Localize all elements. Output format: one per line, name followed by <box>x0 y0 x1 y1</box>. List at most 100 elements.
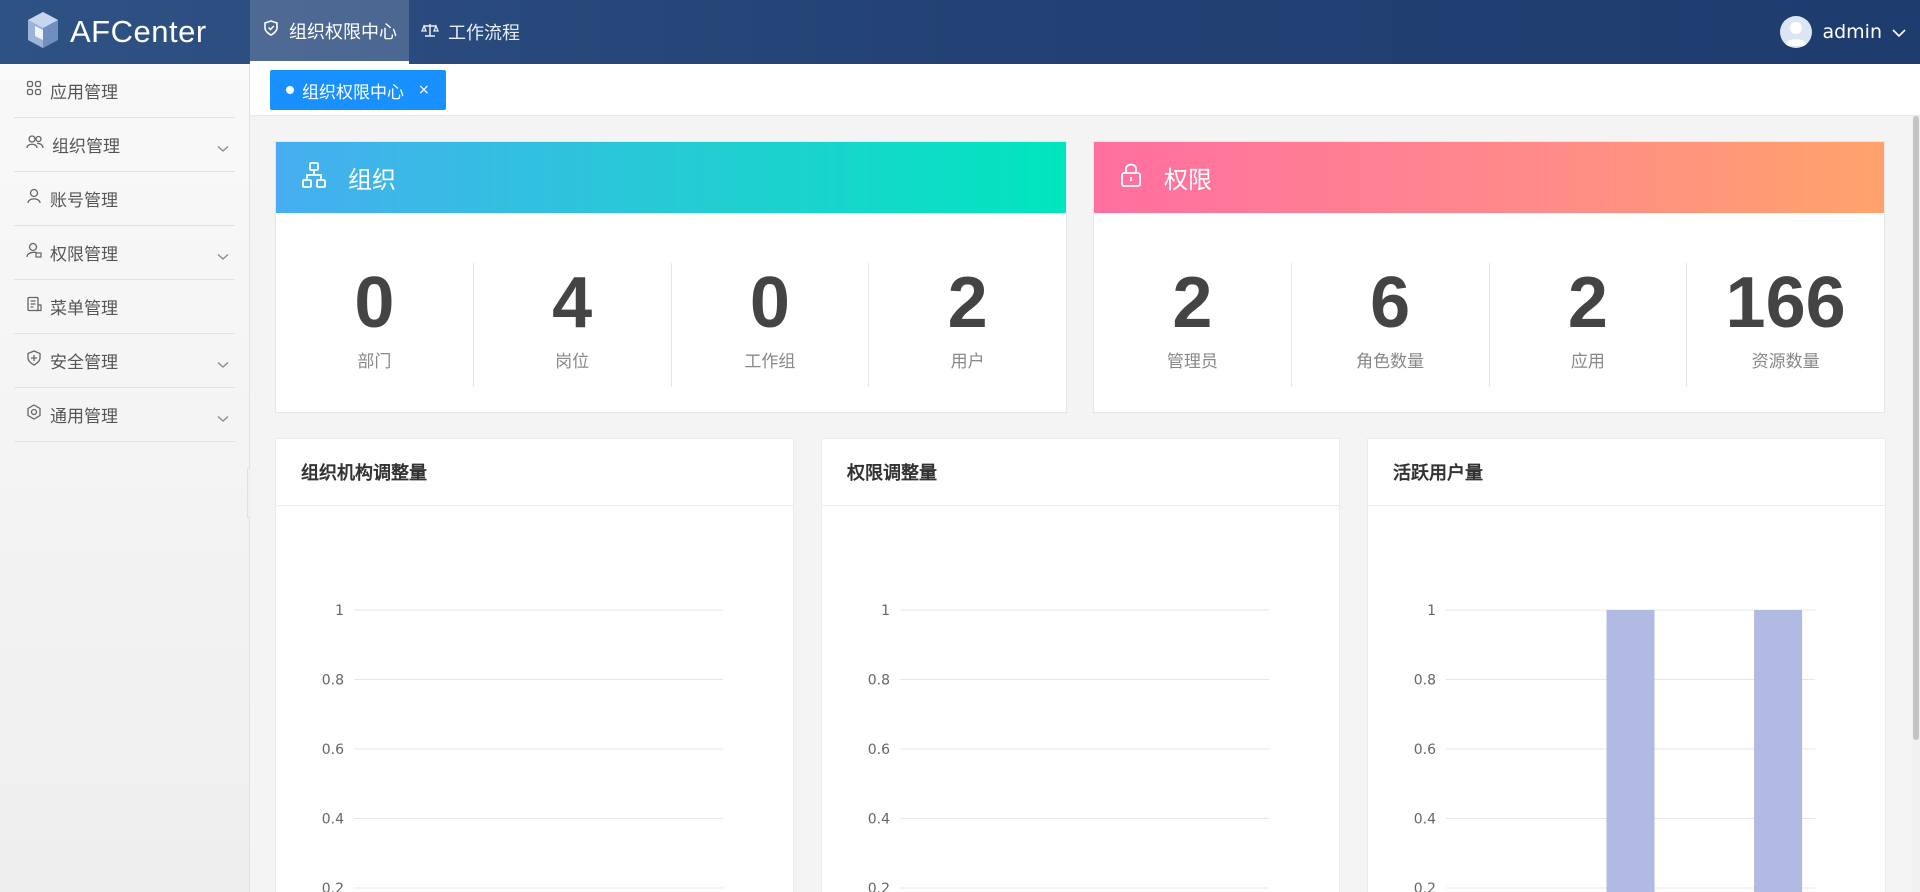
avatar[interactable] <box>1780 16 1813 48</box>
stat-apps[interactable]: 2 应用 <box>1488 263 1687 387</box>
y-tick-label: 0.6 <box>322 742 344 758</box>
chevron-down-icon <box>1892 21 1906 43</box>
stat-label: 岗位 <box>555 352 590 372</box>
scrollbar-thumb[interactable] <box>1913 116 1919 740</box>
grid-icon <box>26 80 42 101</box>
org-tree-icon <box>302 161 326 194</box>
y-tick-label: 0.8 <box>868 673 890 689</box>
stat-value: 0 <box>749 263 790 343</box>
y-tick-label: 0.2 <box>868 881 890 892</box>
logo-text: AFCenter <box>70 14 207 49</box>
heart-shield-icon <box>262 19 280 42</box>
close-icon[interactable]: × <box>418 82 430 98</box>
bar[interactable] <box>1606 610 1655 892</box>
sidebar-item-app-management[interactable]: 应用管理 <box>14 64 235 118</box>
panel-title: 组织机构调整量 <box>276 439 793 506</box>
chevron-down-icon <box>217 354 229 374</box>
tabs-bar: 组织权限中心 × <box>250 64 1920 116</box>
chart-org-adjustments: 1 0.8 0.6 0.4 0.2 <box>322 603 723 892</box>
stat-label: 部门 <box>357 352 392 372</box>
y-tick-label: 0.4 <box>1414 812 1436 828</box>
y-tick-label: 0.2 <box>322 881 344 892</box>
y-tick-label: 0.8 <box>322 673 344 689</box>
sidebar-item-label: 菜单管理 <box>50 299 118 319</box>
group-icon <box>26 134 44 155</box>
stat-positions[interactable]: 4 岗位 <box>472 263 671 387</box>
logo-icon <box>26 10 60 54</box>
menu-doc-icon <box>26 296 42 317</box>
main-content: 组织 0 部门 4 岗位 0 工作组 2 用户 权限 2 管理员 6 角色数量 … <box>250 116 1920 892</box>
sidebar-item-label: 账号管理 <box>50 191 118 211</box>
stat-value: 2 <box>1172 263 1213 343</box>
y-tick-label: 0.6 <box>868 742 890 758</box>
lock-icon <box>1120 162 1142 194</box>
org-card-title: 组织 <box>348 166 396 194</box>
org-card-header: 组织 <box>276 142 1066 213</box>
y-tick-label: 1 <box>1427 603 1436 619</box>
sidebar: 应用管理 组织管理 账号管理 权限管理 菜单管理 安全管理 通用管理 <box>0 64 250 892</box>
stat-roles[interactable]: 6 角色数量 <box>1290 263 1489 387</box>
stat-label: 应用 <box>1570 352 1605 372</box>
user-menu[interactable]: admin <box>1780 0 1920 64</box>
sidebar-item-permission-management[interactable]: 权限管理 <box>14 226 235 280</box>
stat-workgroups[interactable]: 0 工作组 <box>670 263 869 387</box>
stat-users[interactable]: 2 用户 <box>868 263 1066 387</box>
topnav-label: 组织权限中心 <box>289 21 397 43</box>
scale-icon <box>421 21 439 44</box>
stat-admins[interactable]: 2 管理员 <box>1094 263 1291 387</box>
stat-label: 管理员 <box>1166 352 1218 372</box>
stat-value: 2 <box>947 263 988 343</box>
settings-icon <box>26 404 42 425</box>
active-dot <box>286 86 294 94</box>
sidebar-item-label: 组织管理 <box>52 137 120 157</box>
stat-label: 用户 <box>950 352 985 372</box>
topnav-item-workflow[interactable]: 工作流程 <box>409 0 532 64</box>
sidebar-item-label: 通用管理 <box>50 407 118 427</box>
panel-org-adjustments: 组织机构调整量 1 0.8 0.6 0.4 0.2 <box>275 438 794 892</box>
y-tick-label: 1 <box>335 603 344 619</box>
stat-value: 4 <box>552 263 593 343</box>
permission-icon <box>26 242 42 263</box>
sidebar-item-general-management[interactable]: 通用管理 <box>14 388 235 442</box>
topnav-item-org-perm-center[interactable]: 组织权限中心 <box>250 0 409 64</box>
org-card: 组织 0 部门 4 岗位 0 工作组 2 用户 <box>275 141 1067 413</box>
panel-permission-adjustments: 权限调整量 1 0.8 0.6 0.4 0.2 <box>821 438 1340 892</box>
stat-departments[interactable]: 0 部门 <box>276 263 473 387</box>
stat-label: 角色数量 <box>1356 352 1425 372</box>
permission-card: 权限 2 管理员 6 角色数量 2 应用 166 资源数量 <box>1093 141 1885 413</box>
user-name: admin <box>1822 21 1882 43</box>
stat-resources[interactable]: 166 资源数量 <box>1686 263 1884 387</box>
bar[interactable] <box>1754 610 1803 892</box>
sidebar-item-label: 应用管理 <box>50 83 118 103</box>
user-icon <box>26 188 42 209</box>
sidebar-item-org-management[interactable]: 组织管理 <box>14 118 235 172</box>
logo[interactable]: AFCenter <box>0 0 250 64</box>
permission-card-title: 权限 <box>1164 166 1212 194</box>
y-tick-label: 1 <box>881 603 890 619</box>
chevron-down-icon <box>217 408 229 428</box>
sidebar-item-account-management[interactable]: 账号管理 <box>14 172 235 226</box>
sidebar-item-label: 安全管理 <box>50 353 118 373</box>
org-stats: 0 部门 4 岗位 0 工作组 2 用户 <box>276 263 1066 387</box>
stat-label: 资源数量 <box>1751 352 1820 372</box>
permission-card-header: 权限 <box>1094 142 1884 213</box>
panel-title: 权限调整量 <box>822 439 1339 506</box>
y-tick-label: 0.4 <box>868 812 890 828</box>
topnav-label: 工作流程 <box>448 23 520 44</box>
chevron-down-icon <box>217 138 229 158</box>
panel-title: 活跃用户量 <box>1368 439 1885 506</box>
y-tick-label: 0.8 <box>1414 673 1436 689</box>
permission-stats: 2 管理员 6 角色数量 2 应用 166 资源数量 <box>1094 263 1884 387</box>
y-tick-label: 0.6 <box>1414 742 1436 758</box>
chevron-down-icon <box>217 246 229 266</box>
chart-permission-adjustments: 1 0.8 0.6 0.4 0.2 <box>868 603 1269 892</box>
tab-label: 组织权限中心 <box>302 82 404 103</box>
stat-value: 166 <box>1725 263 1846 343</box>
sidebar-item-menu-management[interactable]: 菜单管理 <box>14 280 235 334</box>
sidebar-item-security-management[interactable]: 安全管理 <box>14 334 235 388</box>
page-scrollbar[interactable] <box>1912 116 1920 892</box>
top-nav: 组织权限中心 工作流程 <box>250 0 532 64</box>
tab-org-perm-center[interactable]: 组织权限中心 × <box>270 70 446 110</box>
panel-active-users: 活跃用户量 1 0.8 0.6 0.4 0.2 <box>1367 438 1886 892</box>
y-tick-label: 0.2 <box>1414 881 1436 892</box>
